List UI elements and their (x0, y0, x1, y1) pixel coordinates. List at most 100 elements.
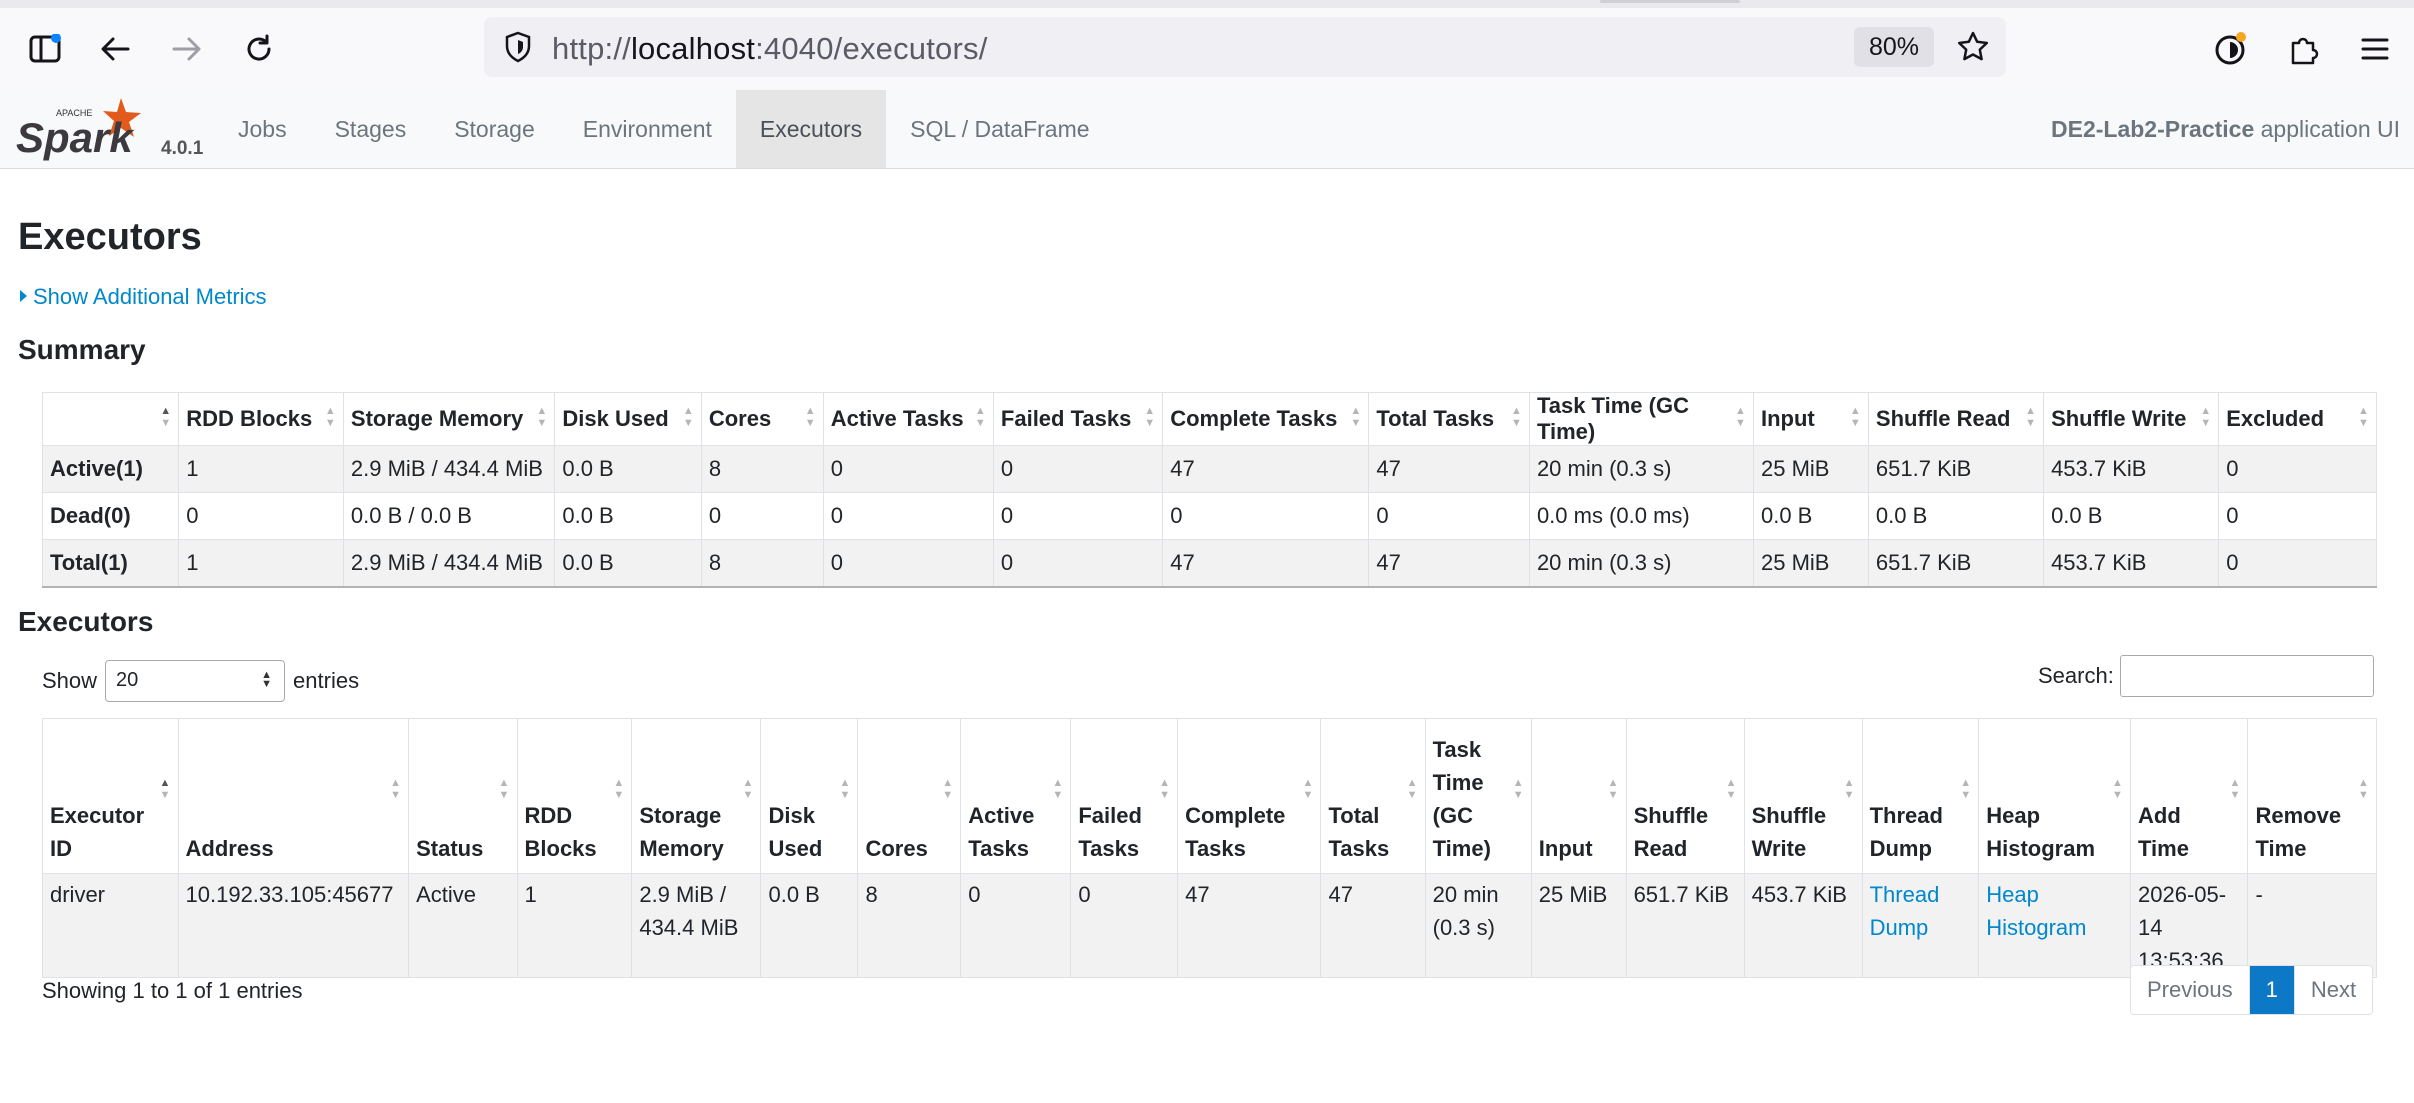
summary-cell: 2.9 MiB / 434.4 MiB (342, 539, 556, 588)
reload-icon[interactable] (240, 30, 278, 68)
sort-icon: ▲ ▼ (1843, 777, 1855, 801)
next-page-button[interactable]: Next (2294, 966, 2373, 1014)
executors-col-header[interactable]: Disk Used ▲ ▼ (760, 718, 859, 874)
tab-executors[interactable]: Executors (735, 90, 887, 168)
header-label-line: Dump (1869, 836, 1932, 861)
url-text[interactable]: http://localhost:4040/executors/ (552, 31, 988, 67)
summary-col-header[interactable]: Cores ▲ ▼ (700, 392, 824, 446)
extensions-icon[interactable] (2284, 30, 2322, 68)
executors-col-header[interactable]: Executor ID ▲ ▼ (42, 718, 179, 874)
page-1-button[interactable]: 1 (2248, 966, 2295, 1014)
show-entries-control: Show 20 ▲ ▼ entries (42, 660, 359, 702)
summary-row-label: Active(1) (41, 445, 180, 493)
summary-col-header[interactable]: Failed Tasks ▲ ▼ (992, 392, 1164, 446)
forward-icon[interactable] (168, 30, 206, 68)
tab-jobs[interactable]: Jobs (214, 90, 311, 168)
sort-icon: ▲ ▼ (160, 405, 172, 429)
summary-col-header[interactable]: Task Time (GC Time) ▲ ▼ (1528, 392, 1754, 446)
summary-cell: 47 (1368, 539, 1530, 588)
sort-icon: ▲ ▼ (974, 405, 986, 429)
executors-col-header[interactable]: Shuffle Write ▲ ▼ (1743, 718, 1863, 874)
header-label-line: Used (768, 836, 823, 861)
executor-cell-disk-used: 0.0 B (760, 873, 859, 978)
summary-col-header[interactable]: Disk Used ▲ ▼ (554, 392, 702, 446)
account-icon[interactable] (2212, 30, 2250, 68)
tab-environment[interactable]: Environment (559, 90, 736, 168)
summary-cell: 453.7 KiB (2043, 445, 2220, 493)
cell-line: Dump (1869, 915, 1929, 940)
shield-icon[interactable] (504, 31, 532, 68)
executor-cell-thread-dump: Thread Dump (1861, 873, 1980, 978)
executors-col-header[interactable]: Task Time (GC Time) ▲ ▼ (1424, 718, 1532, 874)
sort-icon: ▲ ▼ (498, 777, 510, 801)
executor-cell-address: 10.192.33.105:45677 (177, 873, 410, 978)
summary-col-header[interactable]: Storage Memory ▲ ▼ (342, 392, 556, 446)
sort-icon: ▲ ▼ (804, 405, 816, 429)
summary-cell: 0 (822, 445, 994, 493)
summary-col-header[interactable]: Excluded ▲ ▼ (2218, 392, 2377, 446)
summary-col-header[interactable]: Shuffle Write ▲ ▼ (2043, 392, 2220, 446)
executors-col-header[interactable]: Remove Time ▲ ▼ (2247, 718, 2377, 874)
executors-col-header[interactable]: Add Time ▲ ▼ (2129, 718, 2249, 874)
address-bar[interactable]: http://localhost:4040/executors/ 80% (484, 17, 2006, 77)
previous-page-button[interactable]: Previous (2131, 966, 2249, 1014)
sort-icon: ▲ ▼ (1512, 777, 1524, 801)
bookmark-star-icon[interactable] (1956, 30, 1990, 69)
executor-cell-storage-memory: 2.9 MiB / 434.4 MiB (631, 873, 762, 978)
search-input[interactable] (2120, 655, 2374, 697)
executors-col-header[interactable]: Failed Tasks ▲ ▼ (1070, 718, 1179, 874)
sort-icon: ▲ ▼ (159, 777, 171, 801)
executors-col-header[interactable]: Input ▲ ▼ (1530, 718, 1627, 874)
header-label-line: Shuffle (1751, 803, 1827, 828)
entries-select[interactable]: 20 ▲ ▼ (105, 660, 286, 702)
executors-col-header[interactable]: Cores ▲ ▼ (857, 718, 962, 874)
executors-col-header[interactable]: Active Tasks ▲ ▼ (960, 718, 1072, 874)
executors-col-header[interactable]: Storage Memory ▲ ▼ (631, 718, 762, 874)
header-label-line: Memory (639, 836, 724, 861)
tab-stages[interactable]: Stages (311, 90, 431, 168)
select-updown-icon: ▲ ▼ (261, 669, 273, 690)
executors-col-header[interactable]: Address ▲ ▼ (177, 718, 410, 874)
sidebar-toggle-icon[interactable] (26, 30, 64, 68)
sort-icon: ▲ ▼ (942, 777, 954, 801)
header-label-line: ID (50, 836, 72, 861)
header-label-line: Complete (1185, 803, 1286, 828)
heap-histogram-link[interactable]: Heap Histogram (1986, 882, 2086, 940)
header-label-line: Tasks (968, 836, 1030, 861)
executors-col-header[interactable]: Shuffle Read ▲ ▼ (1625, 718, 1745, 874)
executors-col-header[interactable]: Thread Dump ▲ ▼ (1861, 718, 1980, 874)
tab-storage[interactable]: Storage (430, 90, 559, 168)
summary-col-header[interactable]: Input ▲ ▼ (1752, 392, 1869, 446)
executor-cell-active-tasks: 0 (960, 873, 1072, 978)
summary-col-header[interactable]: Active Tasks ▲ ▼ (822, 392, 994, 446)
summary-col-header[interactable]: Shuffle Read ▲ ▼ (1867, 392, 2045, 446)
cell-line: (0.3 s) (1432, 915, 1495, 940)
sort-icon: ▲ ▼ (1607, 777, 1619, 801)
executors-col-header[interactable]: Heap Histogram ▲ ▼ (1978, 718, 2131, 874)
back-icon[interactable] (96, 30, 134, 68)
zoom-level-button[interactable]: 80% (1854, 27, 1934, 67)
summary-col-header[interactable]: Complete Tasks ▲ ▼ (1162, 392, 1370, 446)
executors-col-header[interactable]: Complete Tasks ▲ ▼ (1177, 718, 1322, 874)
summary-col-header[interactable]: ▲ ▼ (41, 392, 180, 446)
sort-icon: ▲ ▼ (1510, 405, 1522, 429)
spark-logo[interactable]: APACHE Spark 4.0.1 (16, 94, 203, 164)
thread-dump-link[interactable]: Thread Dump (1870, 882, 1940, 940)
menu-icon[interactable] (2356, 30, 2394, 68)
tab-sql-dataframe[interactable]: SQL / DataFrame (886, 90, 1113, 168)
caret-right-icon (20, 290, 27, 302)
header-label-line: Failed (1078, 803, 1142, 828)
summary-cell: 20 min (0.3 s) (1528, 539, 1754, 588)
spark-version: 4.0.1 (161, 138, 204, 159)
summary-cell: 0 (822, 539, 994, 588)
executor-cell-total-tasks: 47 (1320, 873, 1426, 978)
executors-col-header[interactable]: Total Tasks ▲ ▼ (1320, 718, 1426, 874)
summary-col-header[interactable]: RDD Blocks ▲ ▼ (178, 392, 344, 446)
summary-cell: 20 min (0.3 s) (1528, 445, 1754, 493)
showing-entries-text: Showing 1 to 1 of 1 entries (42, 978, 303, 1003)
show-additional-metrics-link[interactable]: Show Additional Metrics (20, 284, 267, 310)
executors-col-header[interactable]: RDD Blocks ▲ ▼ (516, 718, 633, 874)
summary-cell: 651.7 KiB (1867, 445, 2045, 493)
executors-col-header[interactable]: Status ▲ ▼ (408, 718, 518, 874)
summary-col-header[interactable]: Total Tasks ▲ ▼ (1368, 392, 1530, 446)
